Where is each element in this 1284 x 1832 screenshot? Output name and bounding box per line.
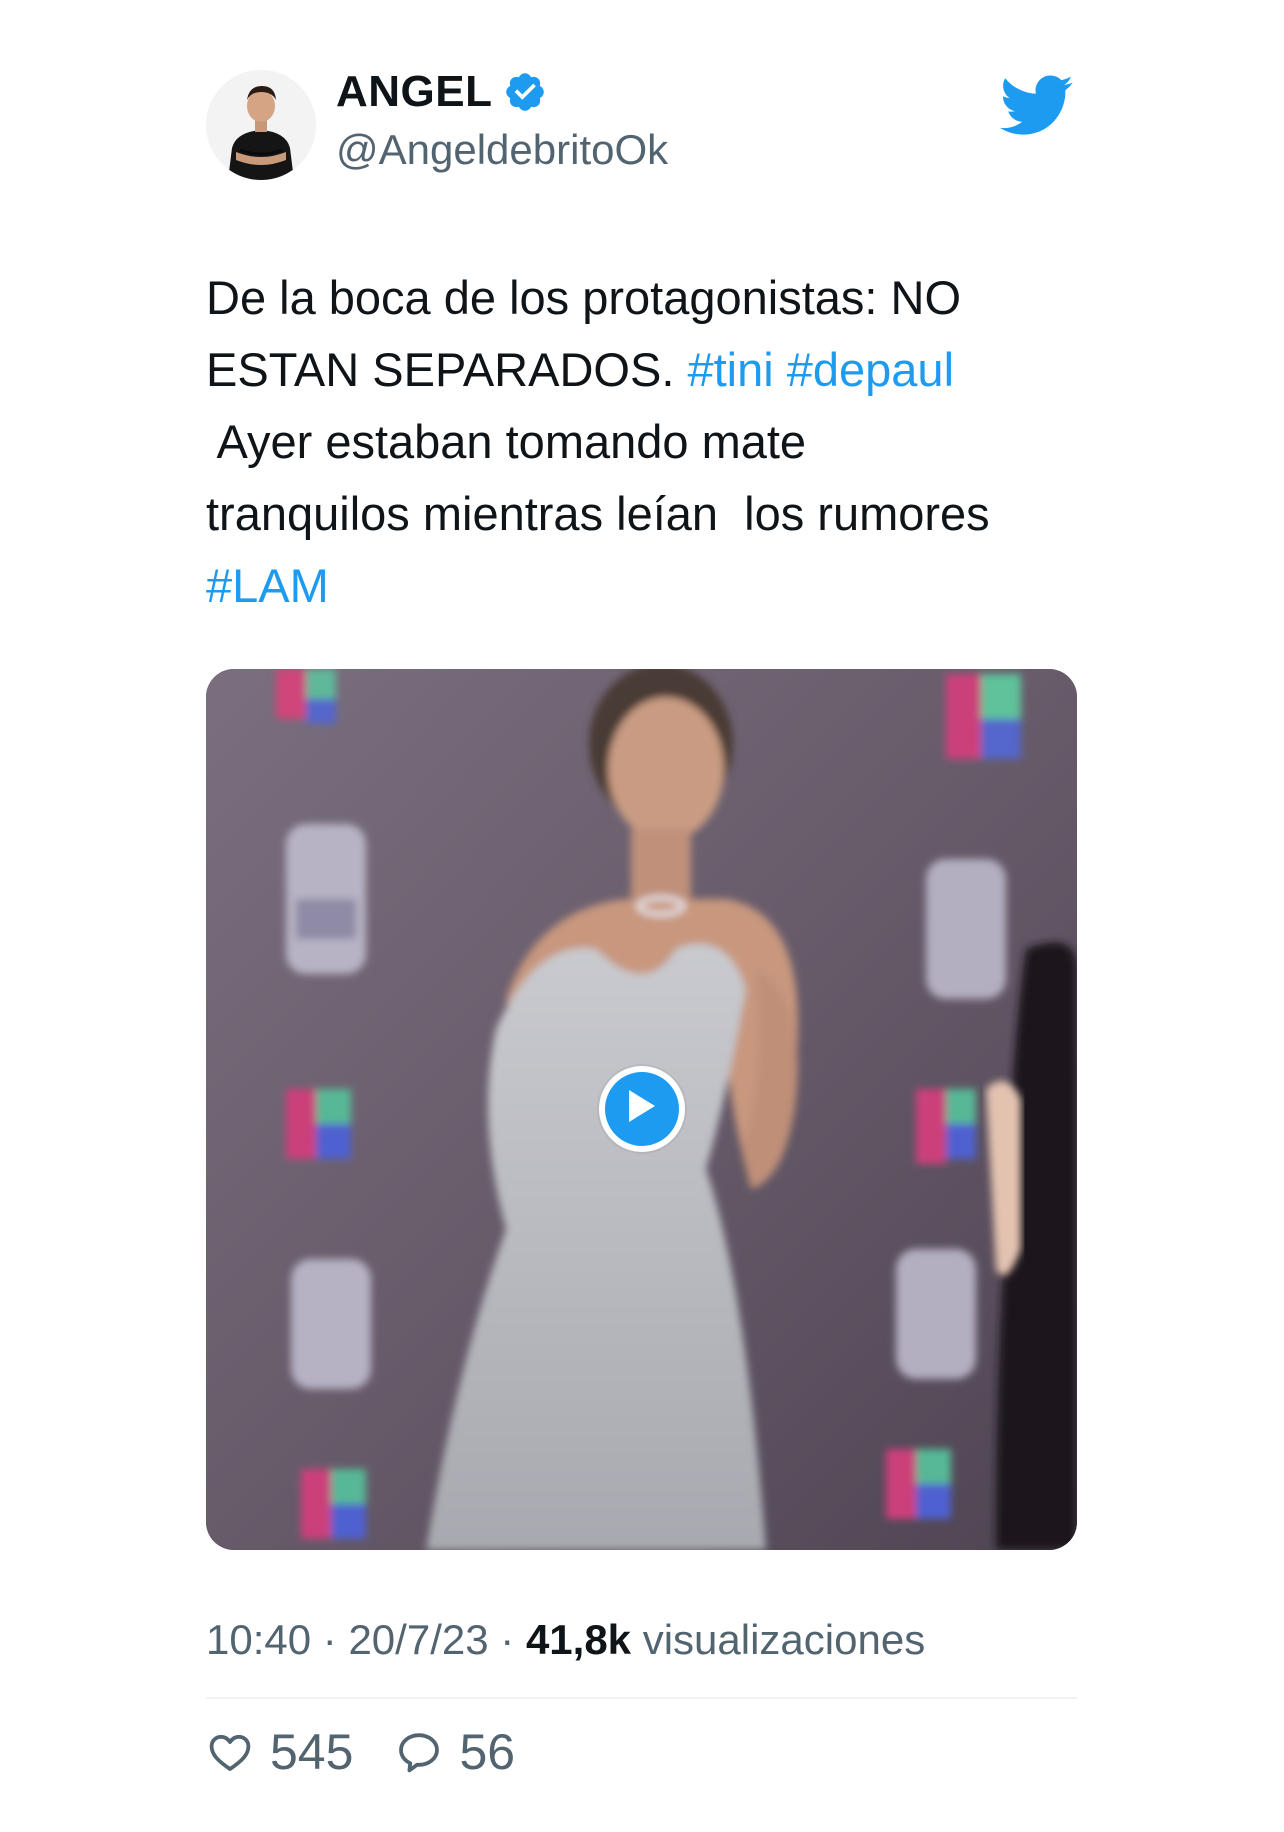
meta-separator: · <box>500 1616 515 1663</box>
views-label: visualizaciones <box>642 1616 926 1663</box>
author-handle[interactable]: @AngeldebritoOk <box>336 126 668 174</box>
hashtag-depaul-link[interactable]: #depaul <box>787 343 954 396</box>
avatar-photo <box>206 70 316 180</box>
tweet-date[interactable]: 20/7/23 <box>348 1616 488 1663</box>
tweet-actions: 545 56 <box>206 1722 557 1782</box>
divider <box>206 1697 1077 1699</box>
author-avatar[interactable] <box>206 70 316 180</box>
author-display-name[interactable]: ANGEL <box>336 67 493 117</box>
tweet-text-line: ESTAN SEPARADOS. #tini #depaul <box>206 334 1096 406</box>
like-count: 545 <box>270 1724 354 1780</box>
verified-badge-icon <box>505 73 544 111</box>
tweet-text-line: #LAM <box>206 550 1096 622</box>
heart-icon <box>209 1734 251 1771</box>
author-name-row: ANGEL <box>336 64 547 120</box>
tweet-text-line: De la boca de los protagonistas: NO <box>206 271 962 324</box>
views-count: 41,8k <box>525 1616 632 1663</box>
tweet-text-line: tranquilos mientras leían los rumores <box>206 487 990 540</box>
play-icon <box>629 1090 655 1122</box>
hashtag-tini-link[interactable]: #tini <box>687 343 773 396</box>
video-thumbnail[interactable] <box>206 669 1077 1550</box>
like-button[interactable]: 545 <box>206 1723 353 1781</box>
tweet-card: ANGEL @AngeldebritoOk De la boca de los … <box>0 0 1284 1832</box>
tweet-time[interactable]: 10:40 <box>206 1616 311 1663</box>
tweet-meta: 10:40 · 20/7/23 · 41,8k visualizaciones <box>206 1616 925 1664</box>
tweet-text: De la boca de los protagonistas: NO ESTA… <box>206 262 1096 622</box>
play-button[interactable] <box>599 1066 685 1152</box>
tweet-text-segment: ESTAN SEPARADOS. <box>206 343 688 396</box>
hashtag-lam-link[interactable]: #LAM <box>206 559 329 612</box>
reply-button[interactable]: 56 <box>395 1723 515 1781</box>
reply-count: 56 <box>459 1724 516 1780</box>
reply-bubble-icon <box>399 1733 440 1773</box>
tweet-text-line: Ayer estaban tomando mate <box>206 415 807 468</box>
twitter-bird-icon[interactable] <box>1000 74 1074 138</box>
meta-separator: · <box>322 1616 337 1663</box>
